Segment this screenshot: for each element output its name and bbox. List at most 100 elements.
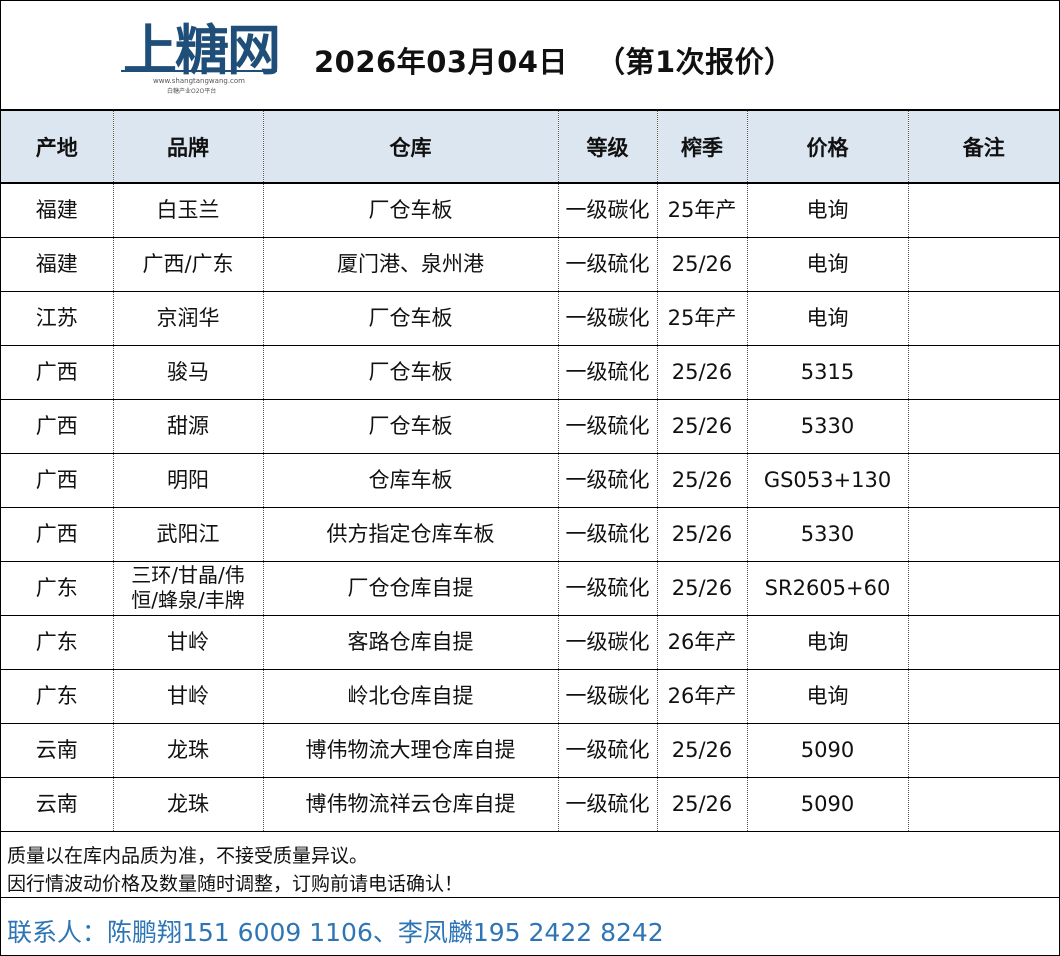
- cell-brand: 龙珠: [113, 723, 264, 778]
- cell-brand: 龙珠: [113, 777, 264, 832]
- table-row: 福建 广西/广东 厦门港、泉州港 一级硫化 25/26 电询: [1, 237, 1059, 292]
- table-header-row: 产地 品牌 仓库 等级 榨季 价格 备注: [1, 111, 1059, 184]
- cell-warehouse: 仓库车板: [263, 453, 559, 508]
- cell-price: 电询: [747, 291, 909, 346]
- cell-price: 5090: [747, 723, 909, 778]
- cell-origin: 广东: [1, 561, 114, 616]
- cell-warehouse: 厦门港、泉州港: [263, 237, 559, 292]
- cell-brand: 明阳: [113, 453, 264, 508]
- cell-warehouse: 博伟物流大理仓库自提: [263, 723, 559, 778]
- cell-brand: 武阳江: [113, 507, 264, 562]
- cell-grade: 一级硫化: [558, 723, 658, 778]
- quality-note: 质量以在库内品质为准，不接受质量异议。: [7, 845, 369, 867]
- cell-origin: 广西: [1, 399, 114, 454]
- cell-grade: 一级硫化: [558, 507, 658, 562]
- price-table: 产地 品牌 仓库 等级 榨季 价格 备注 福建 白玉兰 厂仓车板 一级碳化 25年产 电询 福建 广西/广…: [1, 111, 1059, 832]
- cell-price: SR2605+60: [747, 561, 909, 616]
- cell-remark: [908, 453, 1059, 508]
- cell-remark: [908, 345, 1059, 400]
- cell-brand: 甘岭: [113, 669, 264, 724]
- column-header-remark: 备注: [908, 111, 1059, 184]
- cell-origin: 云南: [1, 777, 114, 832]
- table-row: 云南 龙珠 博伟物流大理仓库自提 一级硫化 25/26 5090: [1, 723, 1059, 778]
- cell-grade: 一级硫化: [558, 453, 658, 508]
- cell-brand: 三环/甘晶/伟恒/蜂泉/丰牌: [113, 561, 264, 616]
- title-date: 2026年03月04日: [314, 45, 568, 79]
- cell-remark: [908, 183, 1059, 238]
- page-title: 2026年03月04日 （第1次报价）: [314, 39, 822, 81]
- cell-warehouse: 厂仓车板: [263, 183, 559, 238]
- cell-warehouse: 厂仓仓库自提: [263, 561, 559, 616]
- cell-grade: 一级硫化: [558, 237, 658, 292]
- cell-remark: [908, 561, 1059, 616]
- cell-season: 25/26: [657, 453, 748, 508]
- table-row: 广西 骏马 厂仓车板 一级硫化 25/26 5315: [1, 345, 1059, 400]
- table-row: 福建 白玉兰 厂仓车板 一级碳化 25年产 电询: [1, 183, 1059, 238]
- contact-line: 联系人：陈鹏翔151 6009 1106、李凤麟195 2422 8242: [7, 918, 664, 947]
- footer: 质量以在库内品质为准，不接受质量异议。 因行情波动价格及数量随时调整，订购前请电…: [1, 833, 1059, 955]
- cell-warehouse: 厂仓车板: [263, 291, 559, 346]
- cell-brand: 京润华: [113, 291, 264, 346]
- cell-season: 25/26: [657, 777, 748, 832]
- column-header-price: 价格: [747, 111, 909, 184]
- cell-brand: 白玉兰: [113, 183, 264, 238]
- cell-season: 25/26: [657, 561, 748, 616]
- table-row: 江苏 京润华 厂仓车板 一级碳化 25年产 电询: [1, 291, 1059, 346]
- cell-warehouse: 客路仓库自提: [263, 615, 559, 670]
- cell-grade: 一级硫化: [558, 345, 658, 400]
- cell-grade: 一级硫化: [558, 777, 658, 832]
- cell-origin: 广东: [1, 615, 114, 670]
- cell-season: 26年产: [657, 615, 748, 670]
- table-row: 云南 龙珠 博伟物流祥云仓库自提 一级硫化 25/26 5090: [1, 777, 1059, 832]
- cell-season: 25/26: [657, 399, 748, 454]
- cell-grade: 一级碳化: [558, 669, 658, 724]
- cell-season: 25/26: [657, 237, 748, 292]
- cell-remark: [908, 615, 1059, 670]
- cell-season: 25/26: [657, 345, 748, 400]
- footer-divider: [1, 897, 1059, 898]
- cell-price: 电询: [747, 615, 909, 670]
- cell-remark: [908, 291, 1059, 346]
- cell-price: 电询: [747, 669, 909, 724]
- cell-price: 5315: [747, 345, 909, 400]
- cell-season: 25/26: [657, 507, 748, 562]
- table-row: 广西 甜源 厂仓车板 一级硫化 25/26 5330: [1, 399, 1059, 454]
- cell-remark: [908, 399, 1059, 454]
- cell-brand: 广西/广东: [113, 237, 264, 292]
- cell-price: 5330: [747, 507, 909, 562]
- cell-season: 25/26: [657, 723, 748, 778]
- cell-origin: 福建: [1, 237, 114, 292]
- cell-origin: 云南: [1, 723, 114, 778]
- cell-origin: 广西: [1, 507, 114, 562]
- cell-remark: [908, 237, 1059, 292]
- cell-remark: [908, 723, 1059, 778]
- cell-origin: 广西: [1, 453, 114, 508]
- cell-grade: 一级碳化: [558, 291, 658, 346]
- price-adjust-note: 因行情波动价格及数量随时调整，订购前请电话确认！: [7, 873, 464, 895]
- cell-price: GS053+130: [747, 453, 909, 508]
- cell-warehouse: 供方指定仓库车板: [263, 507, 559, 562]
- cell-grade: 一级碳化: [558, 183, 658, 238]
- cell-grade: 一级硫化: [558, 399, 658, 454]
- title-row: 上糖网 www.shangtangwang.com 白糖产业O2O平台 2026…: [1, 1, 1059, 111]
- column-header-brand: 品牌: [113, 111, 264, 184]
- cell-warehouse: 博伟物流祥云仓库自提: [263, 777, 559, 832]
- cell-warehouse: 厂仓车板: [263, 399, 559, 454]
- table-row: 广东 甘岭 客路仓库自提 一级碳化 26年产 电询: [1, 615, 1059, 670]
- cell-warehouse: 厂仓车板: [263, 345, 559, 400]
- cell-price: 5330: [747, 399, 909, 454]
- table-row: 广东 甘岭 岭北仓库自提 一级碳化 26年产 电询: [1, 669, 1059, 724]
- cell-season: 26年产: [657, 669, 748, 724]
- column-header-origin: 产地: [1, 111, 114, 184]
- cell-season: 25年产: [657, 183, 748, 238]
- column-header-grade: 等级: [558, 111, 658, 184]
- cell-brand: 甜源: [113, 399, 264, 454]
- cell-grade: 一级硫化: [558, 561, 658, 616]
- cell-price: 5090: [747, 777, 909, 832]
- table-row: 广东 三环/甘晶/伟恒/蜂泉/丰牌 厂仓仓库自提 一级硫化 25/26 SR2605+60: [1, 561, 1059, 616]
- shangtangwang-logo: 上糖网 www.shangtangwang.com 白糖产业O2O平台: [121, 21, 281, 95]
- table-row: 广西 明阳 仓库车板 一级硫化 25/26 GS053+130: [1, 453, 1059, 508]
- cell-price: 电询: [747, 183, 909, 238]
- column-header-warehouse: 仓库: [263, 111, 559, 184]
- price-sheet: 上糖网 www.shangtangwang.com 白糖产业O2O平台 2026…: [0, 0, 1060, 956]
